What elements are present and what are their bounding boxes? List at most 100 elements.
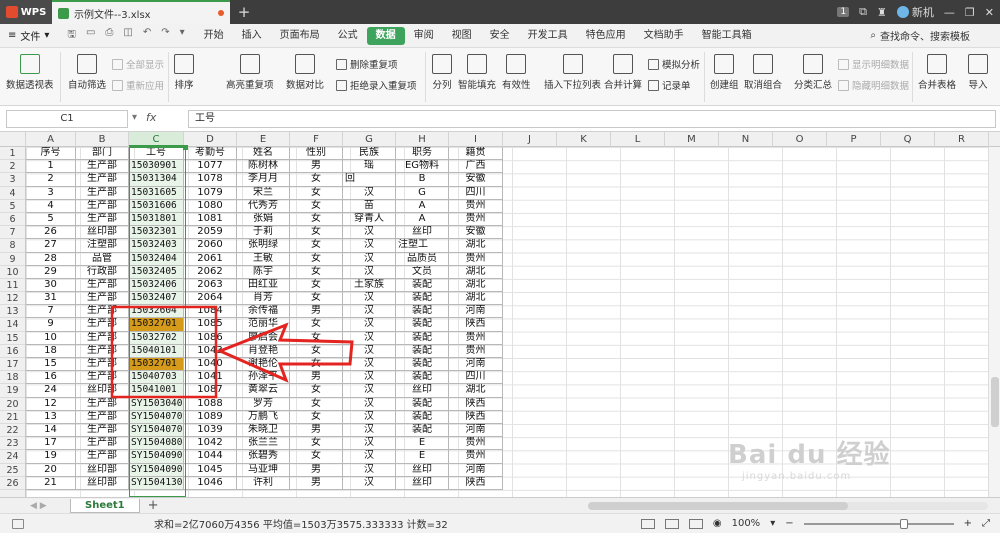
horizontal-scroll-thumb[interactable] [588,501,848,510]
row-header[interactable]: 13 [0,305,25,319]
close-icon[interactable]: ✕ [985,6,994,19]
cell[interactable]: 1087 [184,384,237,398]
tab-developer[interactable]: 开发工具 [519,27,577,45]
cell[interactable]: 17 [26,437,76,451]
import-button[interactable]: 导入 [968,50,988,91]
cell[interactable]: 汉 [343,265,396,279]
cell[interactable]: 1046 [184,476,237,490]
cell[interactable]: 回 [343,173,396,187]
cell[interactable]: 汉 [343,252,396,266]
show-all-button[interactable]: 全部显示 [112,57,164,71]
cell[interactable]: SY15040704 [129,423,184,438]
cell[interactable]: 15032403 [129,239,184,253]
cell[interactable]: 女 [290,344,343,358]
column-header-K[interactable]: K [557,132,611,147]
column-header-O[interactable]: O [773,132,827,147]
undo-icon[interactable]: ↶ [143,27,151,44]
new-tab-button[interactable]: + [230,0,258,24]
cell[interactable]: 生产部 [76,358,129,372]
sheet-nav-arrows[interactable]: ◀ ▶ [0,501,70,511]
column-header-D[interactable]: D [184,132,237,147]
cell[interactable]: 15032404 [129,252,184,266]
cell[interactable]: 汉 [343,318,396,332]
vertical-scrollbar[interactable] [988,147,1000,497]
row-header[interactable]: 14 [0,318,25,332]
cell[interactable]: 女 [290,186,343,200]
cell[interactable]: 汉 [343,437,396,451]
cell[interactable]: 谢艳伦 [237,358,290,372]
cell[interactable]: 贵州 [449,199,503,213]
cell[interactable]: 生产部 [76,397,129,411]
row-header[interactable]: 23 [0,437,25,451]
cell[interactable]: 肖登艳 [237,344,290,358]
what-if-analysis-button[interactable]: 模拟分析 [648,57,700,71]
cell[interactable]: 女 [290,384,343,398]
row-header[interactable]: 26 [0,477,25,490]
cell[interactable]: 穿青人 [343,212,396,227]
cell[interactable]: 汉 [343,292,396,306]
highlight-duplicates-button[interactable]: 高亮重复项 [226,50,274,91]
cell[interactable]: 2062 [184,265,237,279]
cell[interactable]: 湖北 [449,278,503,293]
cell[interactable]: 19 [26,450,76,464]
cell[interactable]: 考勤号 [184,147,237,161]
cell[interactable]: 装配 [396,305,449,319]
cell[interactable]: 4 [26,199,76,213]
cell[interactable]: 29 [26,265,76,279]
pivot-table-button[interactable]: 数据透视表 [6,50,54,91]
name-box[interactable]: C1 [6,110,128,128]
cell[interactable]: 宋兰 [237,186,290,200]
cell[interactable]: SY15041301 [129,476,184,490]
cell[interactable]: 品质员 [396,252,449,266]
sheet-tab-sheet1[interactable]: Sheet1 [70,498,140,513]
cell[interactable]: 女 [290,226,343,240]
cell[interactable]: 装配 [396,397,449,411]
cell[interactable]: 四川 [449,186,503,200]
cell[interactable]: 贵州 [449,344,503,358]
document-tab[interactable]: 示例文件--3.xlsx [52,0,230,24]
cell[interactable]: 丝印部 [76,463,129,477]
column-header-R[interactable]: R [935,132,989,147]
cell[interactable]: 1078 [184,173,237,187]
cell[interactable]: 女 [290,437,343,451]
cell[interactable]: 汉 [343,305,396,319]
cell[interactable]: 1088 [184,397,237,411]
cell[interactable]: 代秀芳 [237,199,290,213]
cell[interactable]: 1077 [184,160,237,174]
cell[interactable]: 15032604 [129,305,184,319]
row-header[interactable]: 19 [0,384,25,398]
cell[interactable]: 2059 [184,226,237,240]
wps-menu-button[interactable]: WPS [0,0,52,24]
column-header-J[interactable]: J [503,132,557,147]
cell[interactable]: 女 [290,331,343,345]
cell[interactable]: 陕西 [449,410,503,424]
window-count-badge[interactable]: 1 [837,7,850,17]
cell[interactable]: 张明绿 [237,239,290,253]
tab-doc-assistant[interactable]: 文档助手 [635,27,693,45]
row-header[interactable]: 16 [0,345,25,358]
cell[interactable]: 汉 [343,371,396,385]
cell[interactable]: 丝印部 [76,476,129,490]
zoom-dropdown-icon[interactable]: ▾ [770,518,775,529]
cell[interactable]: 1084 [184,305,237,319]
row-header[interactable]: 3 [0,173,25,187]
cell[interactable]: 贵州 [449,450,503,464]
cell[interactable]: 15031606 [129,199,184,213]
cell[interactable]: 姓名 [237,147,290,161]
redo-icon[interactable]: ↷ [161,27,169,44]
cell[interactable]: 籍贯 [449,147,503,161]
cell[interactable]: 万鹏飞 [237,410,290,424]
row-header[interactable]: 6 [0,213,25,227]
column-header-N[interactable]: N [719,132,773,147]
show-detail-button[interactable]: 显示明细数据 [838,57,909,71]
cell[interactable]: 汉 [343,450,396,464]
cell[interactable]: 女 [290,239,343,253]
row-header[interactable]: 21 [0,411,25,424]
cell[interactable]: 汉 [343,397,396,411]
cell[interactable]: 丝印 [396,476,449,490]
cell[interactable]: 罗芳 [237,397,290,411]
cell[interactable]: 湖北 [449,384,503,398]
cell[interactable]: 丝印 [396,384,449,398]
cell[interactable]: 生产部 [76,344,129,358]
cell[interactable]: 安徽 [449,226,503,240]
